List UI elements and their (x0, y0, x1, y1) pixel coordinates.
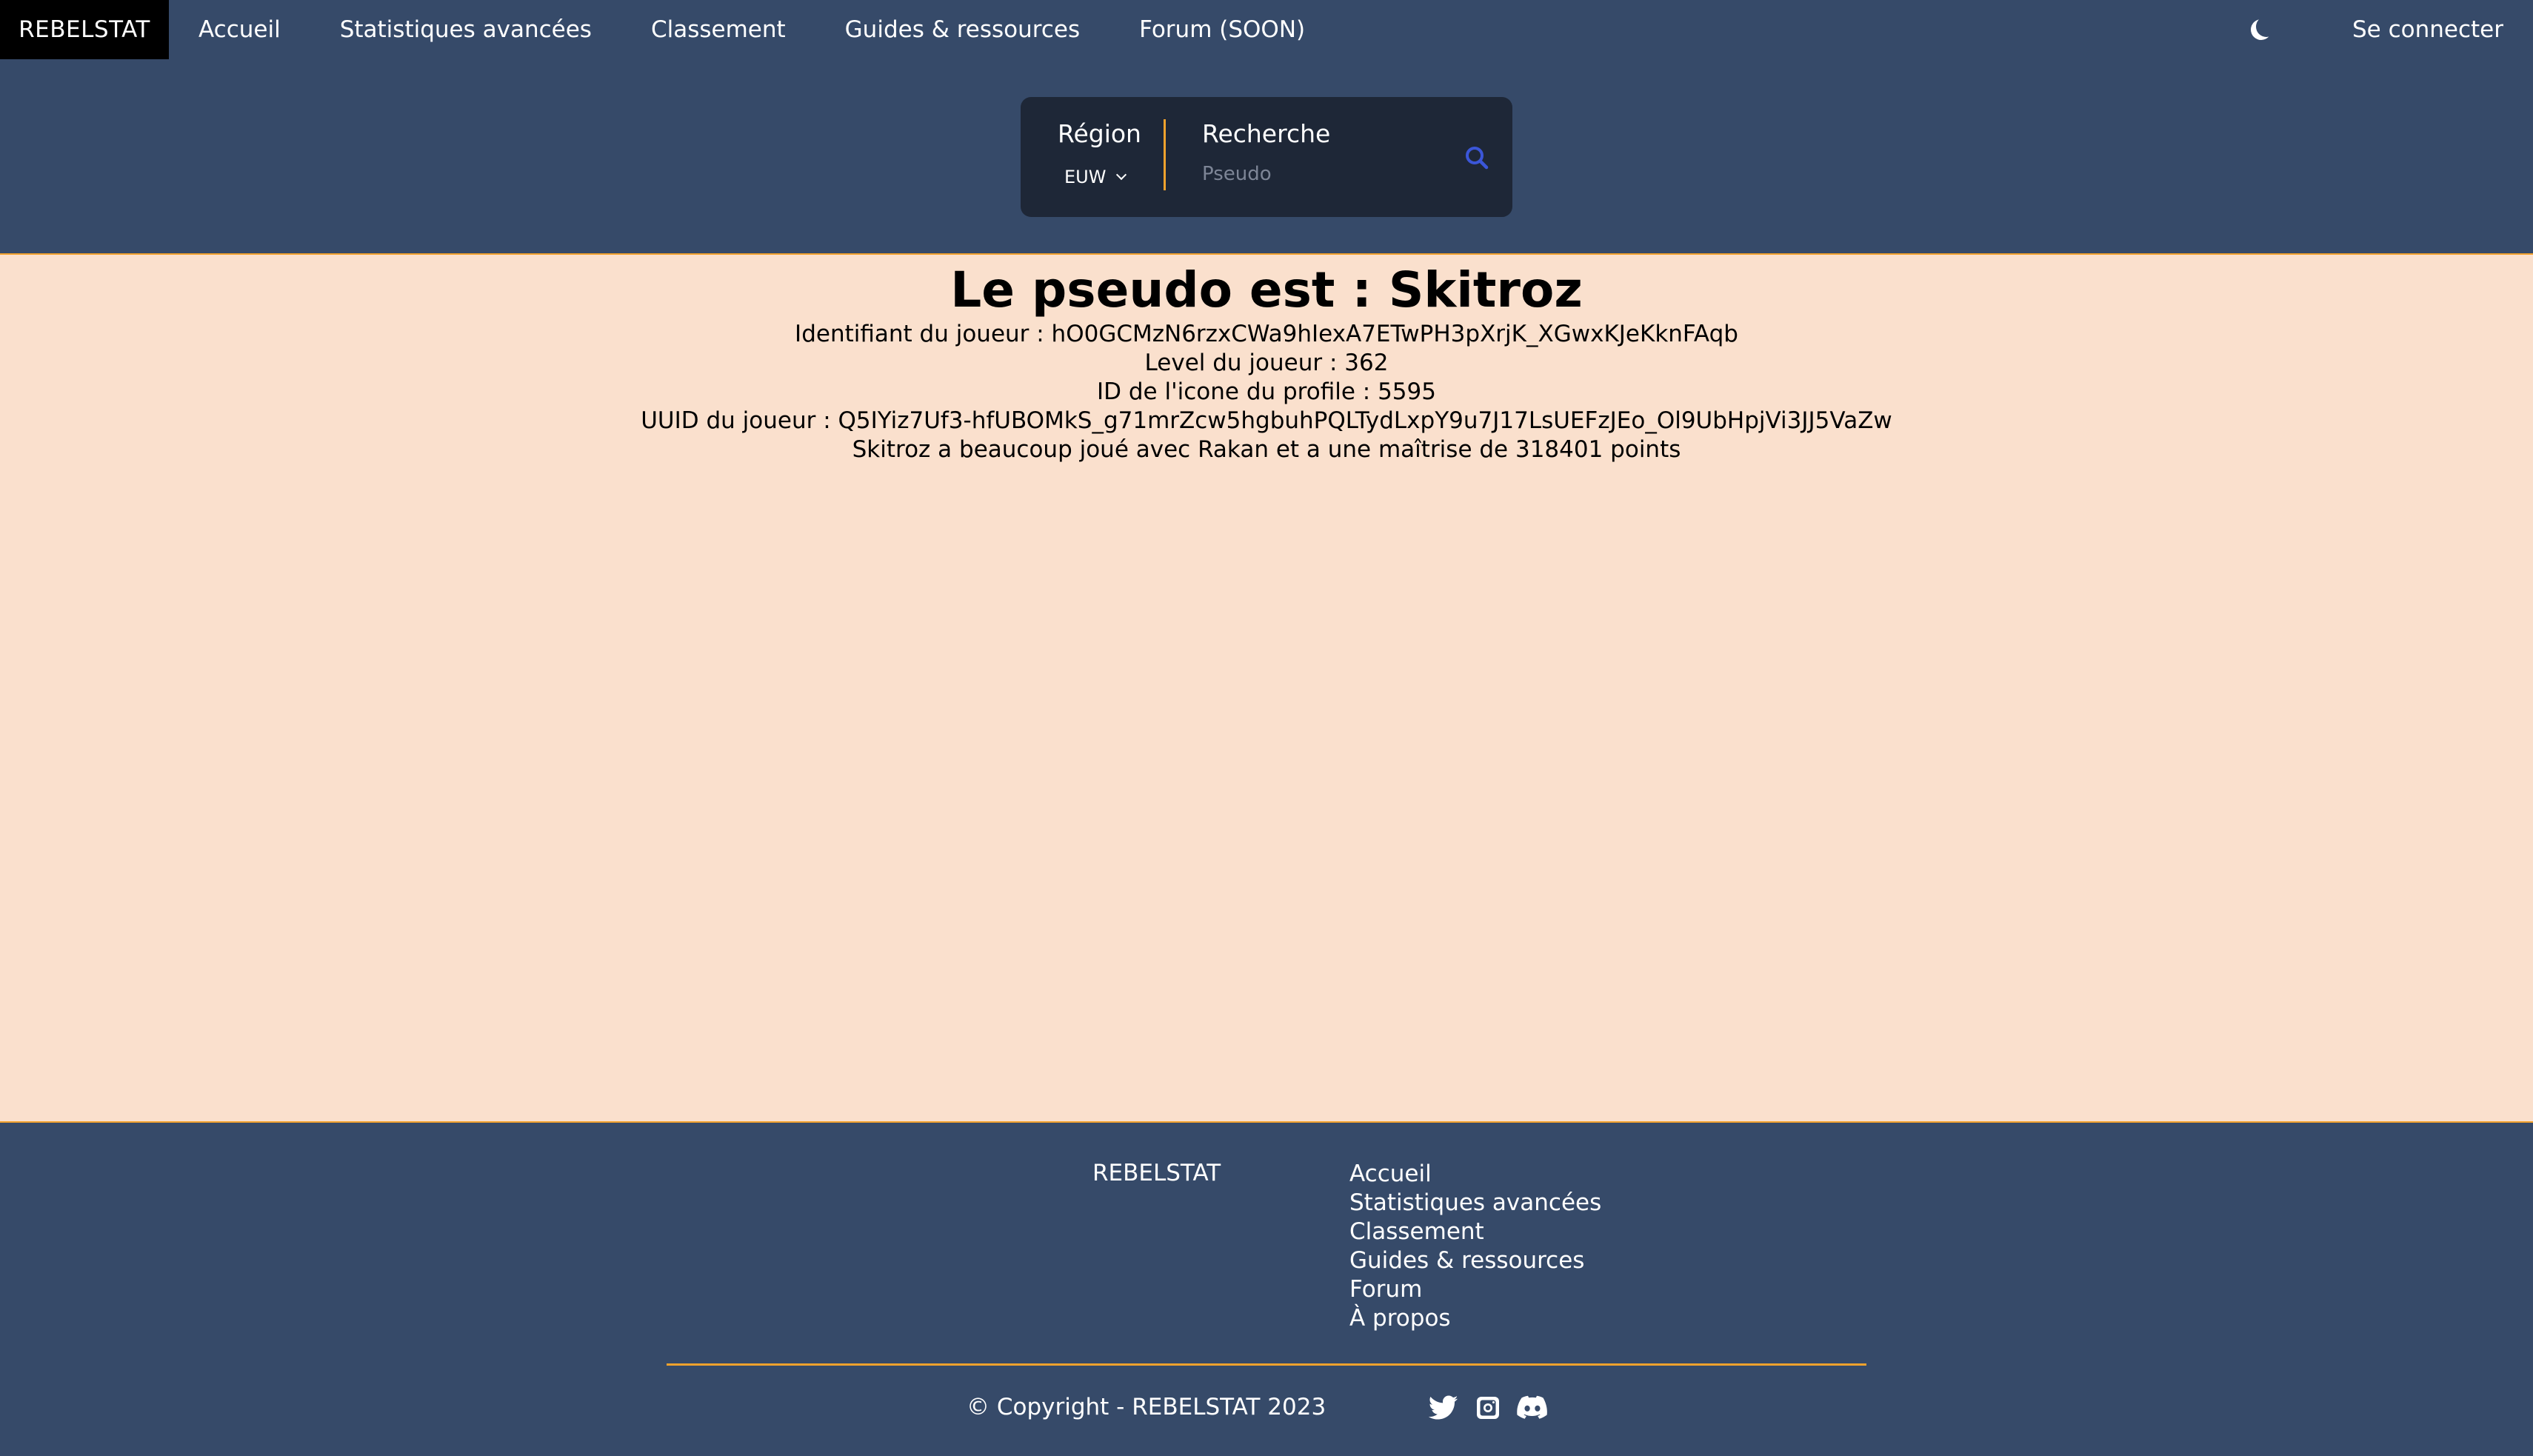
search-label: Recherche (1202, 119, 1331, 148)
player-identifiant: Identifiant du joueur : hO0GCMzN6rzxCWa9… (795, 321, 1738, 347)
region-block: Région (1058, 119, 1141, 148)
footer-link-statistiques[interactable]: Statistiques avancées (1349, 1189, 1601, 1218)
login-link[interactable]: Se connecter (2352, 16, 2503, 43)
page-title: Le pseudo est : Skitroz (950, 261, 1583, 318)
player-icon-id: ID de l'icone du profile : 5595 (1097, 378, 1436, 405)
footer-link-guides[interactable]: Guides & ressources (1349, 1246, 1601, 1275)
nav-link-classement[interactable]: Classement (621, 0, 815, 59)
region-label: Région (1058, 119, 1141, 148)
chevron-down-icon (1116, 169, 1127, 181)
player-uuid: UUID du joueur : Q5IYiz7Uf3-hfUBOMkS_g71… (641, 407, 1892, 434)
search-icon[interactable] (1462, 143, 1492, 173)
search-box: Région EUW Recherche (1021, 97, 1512, 217)
nav-link-guides[interactable]: Guides & ressources (815, 0, 1109, 59)
header: REBELSTAT Accueil Statistiques avancées … (0, 0, 2533, 253)
region-select[interactable]: EUW (1064, 167, 1127, 187)
footer-link-classement[interactable]: Classement (1349, 1218, 1601, 1246)
search-input[interactable] (1202, 159, 1446, 189)
nav-right: Se connecter (2249, 0, 2503, 59)
navbar: REBELSTAT Accueil Statistiques avancées … (0, 0, 2533, 59)
brand-logo[interactable]: REBELSTAT (0, 0, 169, 59)
twitter-icon[interactable] (1428, 1392, 1459, 1423)
discord-icon[interactable] (1517, 1392, 1548, 1423)
footer-divider (667, 1363, 1866, 1366)
footer-link-forum[interactable]: Forum (1349, 1275, 1601, 1304)
footer-link-a-propos[interactable]: À propos (1349, 1304, 1601, 1333)
footer-brand[interactable]: REBELSTAT (1092, 1160, 1221, 1186)
player-mastery: Skitroz a beaucoup joué avec Rakan et a … (852, 436, 1681, 463)
nav-link-forum[interactable]: Forum (SOON) (1109, 0, 1335, 59)
main-content: Le pseudo est : Skitroz Identifiant du j… (0, 253, 2533, 1123)
search-divider (1164, 119, 1166, 190)
social-links (1428, 1392, 1561, 1423)
moon-icon[interactable] (2256, 16, 2277, 37)
instagram-icon[interactable] (1472, 1392, 1504, 1423)
nav-link-statistiques[interactable]: Statistiques avancées (310, 0, 621, 59)
region-value: EUW (1064, 167, 1107, 187)
nav-link-accueil[interactable]: Accueil (169, 0, 310, 59)
player-level: Level du joueur : 362 (1144, 350, 1389, 376)
footer: REBELSTAT Accueil Statistiques avancées … (0, 1123, 2533, 1456)
copyright: © Copyright - REBELSTAT 2023 (967, 1394, 1326, 1420)
footer-links: Accueil Statistiques avancées Classement… (1349, 1160, 1601, 1333)
footer-link-accueil[interactable]: Accueil (1349, 1160, 1601, 1189)
